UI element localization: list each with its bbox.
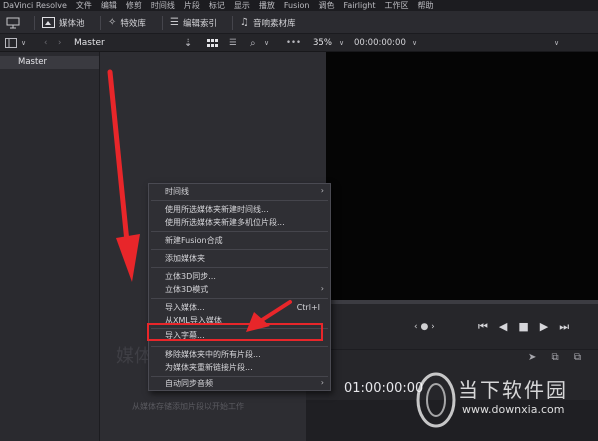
watermark-logo bbox=[414, 370, 458, 430]
arrow-diagonal-annotation bbox=[260, 300, 292, 322]
watermark-brand: 当下软件园 bbox=[458, 378, 568, 402]
arrow-down-head bbox=[116, 234, 140, 282]
arrow-down-annotation bbox=[107, 69, 131, 255]
watermark-url: www.downxia.com bbox=[462, 403, 565, 416]
